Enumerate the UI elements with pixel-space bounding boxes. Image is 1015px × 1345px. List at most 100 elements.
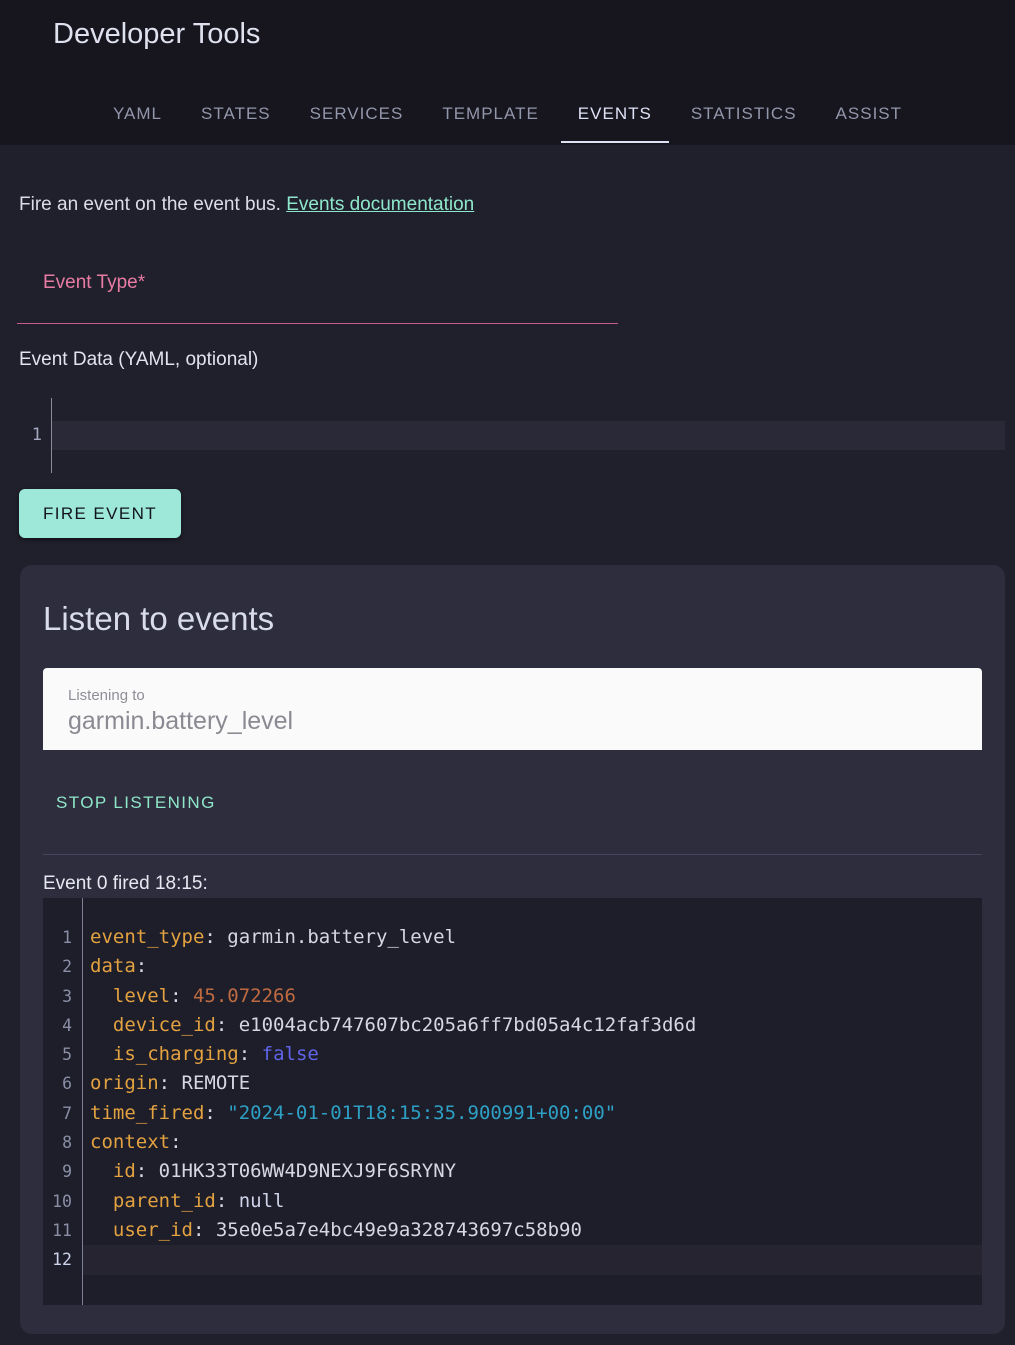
code-line-content: origin: REMOTE	[82, 1069, 982, 1098]
code-line-content: is_charging: false	[82, 1040, 982, 1069]
token-key: data	[90, 955, 136, 977]
code-line-number: 10	[43, 1187, 82, 1216]
listening-to-input[interactable]: Listening to garmin.battery_level	[43, 668, 982, 750]
token-plain	[90, 985, 113, 1007]
events-documentation-link[interactable]: Events documentation	[286, 194, 474, 215]
event-type-label: Event Type*	[43, 272, 145, 294]
token-plain: : 01HK33T06WW4D9NEXJ9F6SRYNY	[136, 1160, 456, 1182]
app-header: Developer Tools YAML STATES SERVICES TEMPLA…	[0, 0, 1015, 145]
token-key: id	[113, 1160, 136, 1182]
token-plain: :	[170, 985, 193, 1007]
tab-bar: YAML STATES SERVICES TEMPLATE EVENTS STATISTI…	[0, 87, 1015, 143]
code-line: 9 id: 01HK33T06WW4D9NEXJ9F6SRYNY	[43, 1157, 982, 1186]
stop-listening-button[interactable]: STOP LISTENING	[56, 793, 216, 813]
tab-statistics[interactable]: STATISTICS	[674, 87, 814, 143]
token-plain	[90, 1219, 113, 1241]
token-key: is_charging	[113, 1043, 239, 1065]
code-line-number: 9	[43, 1157, 82, 1186]
token-plain: : e1004acb747607bc205a6ff7bd05a4c12faf3d…	[216, 1014, 696, 1036]
listen-to-events-card: Listen to events Listening to garmin.bat…	[20, 565, 1005, 1334]
code-line-number: 8	[43, 1128, 82, 1157]
token-null: null	[239, 1190, 285, 1212]
code-line: 7 time_fired: "2024-01-01T18:15:35.90099…	[43, 1099, 982, 1128]
intro-text-body: Fire an event on the event bus.	[19, 194, 286, 215]
token-plain: :	[170, 1131, 181, 1153]
code-line: 4 device_id: e1004acb747607bc205a6ff7bd0…	[43, 1011, 982, 1040]
code-line-number: 7	[43, 1099, 82, 1128]
tab-label: ASSIST	[836, 104, 902, 124]
token-plain	[90, 1014, 113, 1036]
code-line: 12	[43, 1245, 982, 1274]
token-key: parent_id	[113, 1190, 216, 1212]
code-line-number: 5	[43, 1040, 82, 1069]
code-line-number: 2	[43, 952, 82, 981]
token-plain: :	[204, 1102, 227, 1124]
editor-line-number: 1	[19, 421, 51, 450]
token-plain	[90, 1160, 113, 1182]
tab-label: TEMPLATE	[442, 104, 538, 124]
token-plain: : garmin.battery_level	[204, 926, 456, 948]
intro-text: Fire an event on the event bus. Events d…	[0, 145, 1015, 216]
code-line-number: 3	[43, 982, 82, 1011]
code-line-content: data:	[82, 952, 982, 981]
token-key: device_id	[113, 1014, 216, 1036]
token-number: 45.072266	[193, 985, 296, 1007]
tab-assist[interactable]: ASSIST	[819, 87, 919, 143]
code-line-content: user_id: 35e0e5a7e4bc49e9a328743697c58b9…	[82, 1216, 982, 1245]
card-divider	[43, 854, 982, 855]
fire-event-button[interactable]: FIRE EVENT	[19, 489, 181, 538]
token-key: user_id	[113, 1219, 193, 1241]
events-panel: Fire an event on the event bus. Events d…	[0, 145, 1015, 1334]
code-line-number: 4	[43, 1011, 82, 1040]
code-line-content: context:	[82, 1128, 982, 1157]
token-plain	[90, 1043, 113, 1065]
code-line: 3 level: 45.072266	[43, 982, 982, 1011]
tab-label: STATISTICS	[691, 104, 797, 124]
code-line-number: 11	[43, 1216, 82, 1245]
tab-services[interactable]: SERVICES	[293, 87, 421, 143]
event-data-yaml-editor[interactable]: 1	[19, 398, 1005, 473]
listening-to-input-value: garmin.battery_level	[43, 704, 982, 736]
code-line: 8 context:	[43, 1128, 982, 1157]
tab-label: EVENTS	[578, 104, 652, 124]
code-line: 10 parent_id: null	[43, 1187, 982, 1216]
code-line: 11 user_id: 35e0e5a7e4bc49e9a328743697c5…	[43, 1216, 982, 1245]
token-key: time_fired	[90, 1102, 204, 1124]
code-line: 2 data:	[43, 952, 982, 981]
tab-template[interactable]: TEMPLATE	[425, 87, 555, 143]
tab-yaml[interactable]: YAML	[96, 87, 179, 143]
tab-events[interactable]: EVENTS	[561, 87, 669, 143]
code-line-content	[82, 1245, 982, 1274]
code-line-content: time_fired: "2024-01-01T18:15:35.900991+…	[82, 1099, 982, 1128]
token-plain: : 35e0e5a7e4bc49e9a328743697c58b90	[193, 1219, 582, 1241]
code-line: 6 origin: REMOTE	[43, 1069, 982, 1098]
token-string: "2024-01-01T18:15:35.900991+00:00"	[227, 1102, 616, 1124]
token-key: origin	[90, 1072, 159, 1094]
tab-label: SERVICES	[310, 104, 404, 124]
tab-label: YAML	[113, 104, 162, 124]
event-fired-header: Event 0 fired 18:15:	[43, 873, 982, 895]
code-line: 5 is_charging: false	[43, 1040, 982, 1069]
code-line-content: event_type: garmin.battery_level	[82, 923, 982, 952]
code-line-content: device_id: e1004acb747607bc205a6ff7bd05a…	[82, 1011, 982, 1040]
code-line-content: id: 01HK33T06WW4D9NEXJ9F6SRYNY	[82, 1157, 982, 1186]
code-line-content: level: 45.072266	[82, 982, 982, 1011]
tab-states[interactable]: STATES	[184, 87, 288, 143]
token-key: level	[113, 985, 170, 1007]
event-yaml-output[interactable]: 1 event_type: garmin.battery_level 2 dat…	[43, 898, 982, 1305]
token-key: event_type	[90, 926, 204, 948]
token-plain: : REMOTE	[159, 1072, 251, 1094]
event-data-label: Event Data (YAML, optional)	[19, 349, 1015, 371]
listening-to-input-label: Listening to	[43, 668, 982, 704]
tab-label: STATES	[201, 104, 271, 124]
token-bool: false	[262, 1043, 319, 1065]
page-title: Developer Tools	[0, 0, 1015, 51]
code-line-number: 6	[43, 1069, 82, 1098]
code-line-number: 12	[43, 1245, 82, 1274]
listen-card-title: Listen to events	[43, 602, 982, 636]
token-plain: :	[216, 1190, 239, 1212]
code-line-number: 1	[43, 923, 82, 952]
code-line-content: parent_id: null	[82, 1187, 982, 1216]
event-type-input[interactable]: Event Type*	[17, 250, 618, 324]
token-plain	[90, 1190, 113, 1212]
